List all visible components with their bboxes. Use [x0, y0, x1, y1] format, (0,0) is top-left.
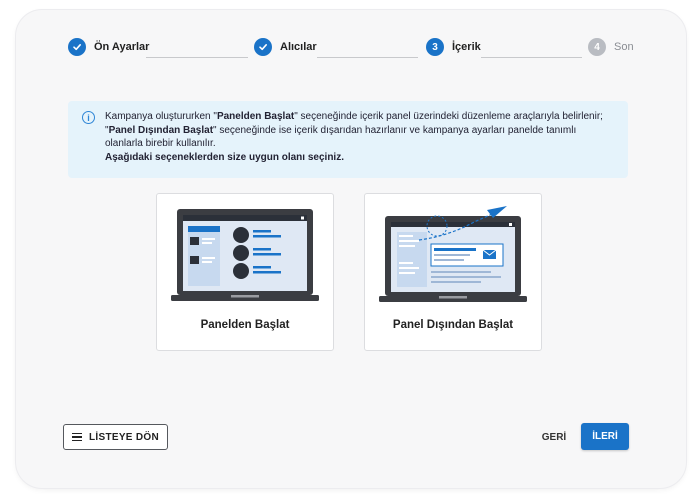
step-label: Alıcılar: [280, 41, 317, 53]
step-icerik: 3 İçerik: [426, 37, 481, 57]
option-panel-disindan-baslat[interactable]: Panel Dışından Başlat: [364, 193, 542, 351]
laptop-external-icon: [379, 206, 527, 302]
step-on-ayarlar: Ön Ayarlar: [68, 37, 149, 57]
step-connector: [481, 57, 582, 58]
back-to-list-label: LİSTEYE DÖN: [89, 431, 159, 443]
step-number: 3: [426, 38, 444, 56]
wizard-card: [16, 10, 686, 488]
info-icon: i: [82, 111, 95, 124]
stepper: Ön Ayarlar Alıcılar 3 İçerik 4 Son: [0, 37, 700, 57]
check-icon: [254, 38, 272, 56]
step-son: 4 Son: [588, 37, 634, 57]
laptop-panel-icon: [171, 209, 319, 301]
list-icon: [72, 432, 82, 442]
option-panelden-baslat[interactable]: Panelden Başlat: [156, 193, 334, 351]
step-label: Ön Ayarlar: [94, 41, 150, 53]
step-connector: [317, 57, 418, 58]
step-connector: [146, 57, 248, 58]
step-label: Son: [614, 41, 634, 53]
back-button[interactable]: GERİ: [534, 424, 574, 450]
step-alicilar: Alıcılar: [254, 37, 317, 57]
info-text: Kampanya oluştururken "Panelden Başlat" …: [105, 111, 603, 163]
info-instruction: Aşağıdaki seçeneklerden size uygun olanı…: [105, 151, 344, 163]
back-to-list-button[interactable]: LİSTEYE DÖN: [63, 424, 168, 450]
option-label: Panel Dışından Başlat: [392, 319, 514, 331]
step-label: İçerik: [452, 41, 481, 53]
option-label: Panelden Başlat: [200, 319, 290, 331]
check-icon: [68, 38, 86, 56]
next-button[interactable]: İLERİ: [581, 423, 629, 450]
step-number: 4: [588, 38, 606, 56]
info-box: i Kampanya oluştururken "Panelden Başlat…: [68, 101, 628, 178]
